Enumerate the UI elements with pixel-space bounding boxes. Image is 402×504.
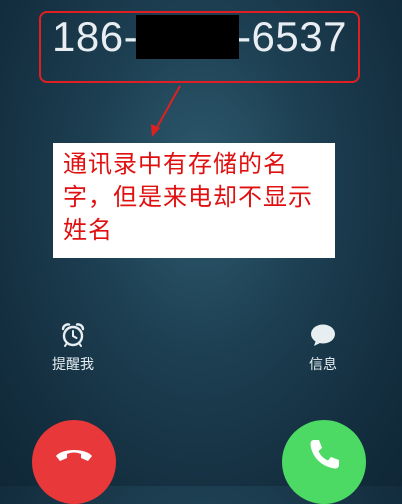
message-button[interactable]: 信息: [283, 322, 363, 374]
message-label: 信息: [309, 357, 337, 373]
number-highlight-box: [39, 11, 360, 83]
alarm-clock-icon: [61, 323, 85, 347]
message-bubble-icon: [311, 324, 335, 346]
decline-call-button[interactable]: [32, 420, 116, 504]
phone-hangup-icon: [56, 450, 92, 461]
phone-answer-icon: [310, 440, 339, 469]
remind-me-label: 提醒我: [52, 357, 94, 373]
annotation-text: 通讯录中有存储的名字，但是来电却不显示姓名: [63, 150, 313, 244]
remind-me-button[interactable]: 提醒我: [33, 322, 113, 374]
annotation-note: 通讯录中有存储的名字，但是来电却不显示姓名: [53, 143, 335, 258]
accept-call-button[interactable]: [282, 420, 366, 504]
